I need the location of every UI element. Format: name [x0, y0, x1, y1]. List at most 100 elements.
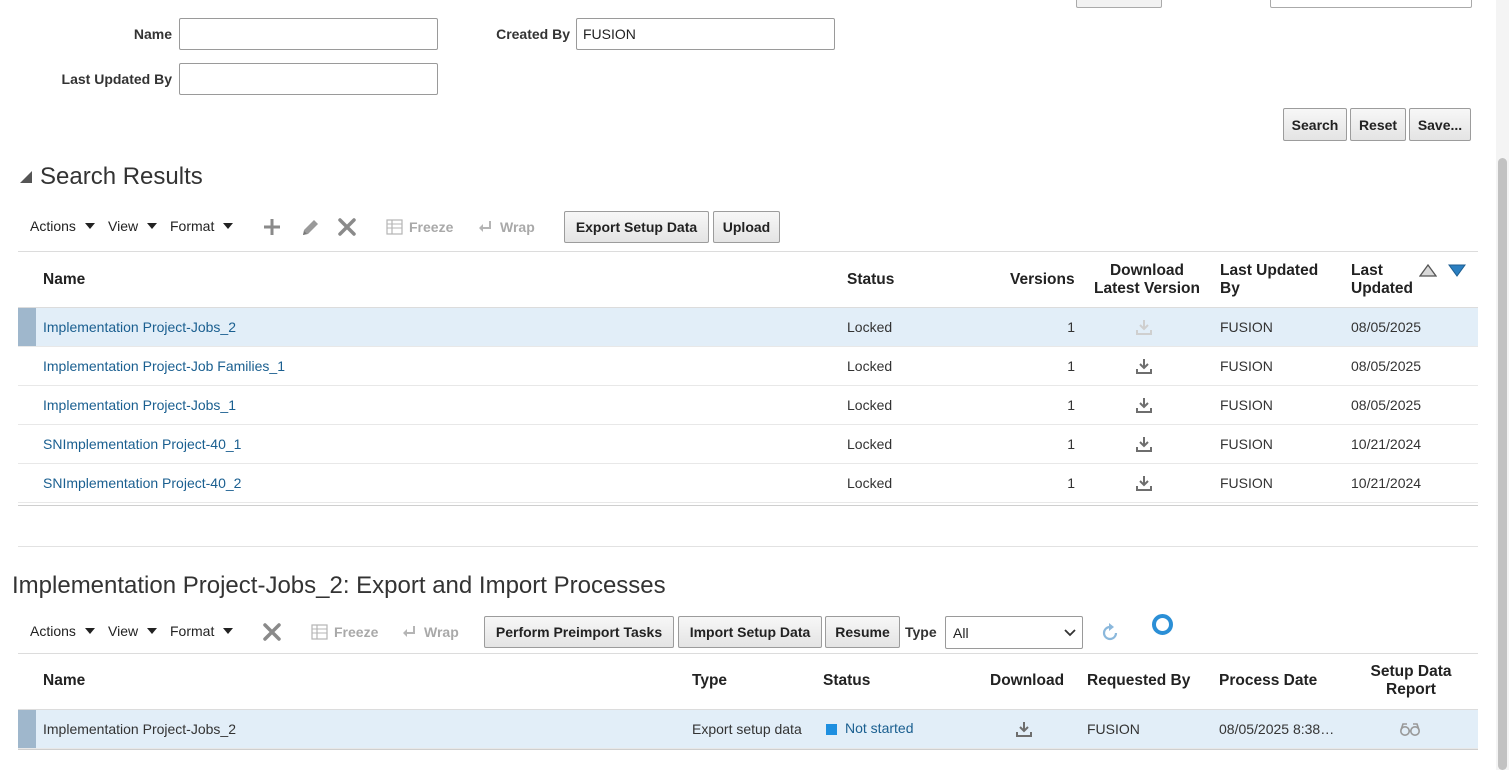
last-updated-by-input[interactable] — [179, 63, 438, 95]
wrap-tool[interactable]: Wrap — [402, 624, 459, 640]
column-header-process-date[interactable]: Process Date — [1219, 672, 1317, 690]
row-versions: 1 — [1067, 358, 1075, 374]
row-selector[interactable] — [18, 425, 36, 463]
column-header-name[interactable]: Name — [43, 672, 85, 690]
format-menu[interactable]: Format — [170, 218, 234, 234]
download-icon[interactable] — [1135, 318, 1153, 336]
freeze-tool[interactable]: Freeze — [386, 219, 453, 235]
delete-x-icon[interactable] — [263, 623, 281, 641]
upload-button[interactable]: Upload — [713, 211, 780, 243]
chevron-down-icon — [223, 628, 234, 634]
wrap-tool[interactable]: Wrap — [478, 219, 535, 235]
format-menu[interactable]: Format — [170, 623, 234, 639]
table-row[interactable]: Implementation Project-Jobs_2 Export set… — [18, 710, 1478, 749]
table-row[interactable]: Implementation Project-Job Families_1 Lo… — [18, 347, 1478, 386]
column-header-status[interactable]: Status — [847, 271, 894, 289]
edit-pencil-icon[interactable] — [300, 218, 320, 238]
row-name-link[interactable]: SNImplementation Project-40_2 — [43, 464, 241, 502]
row-name: Implementation Project-Jobs_2 — [43, 721, 236, 737]
sort-descending-icon[interactable] — [1448, 264, 1466, 277]
reset-button[interactable]: Reset — [1350, 108, 1406, 141]
row-selector[interactable] — [18, 347, 36, 385]
row-selector[interactable] — [18, 710, 36, 748]
freeze-icon — [311, 624, 328, 640]
download-icon[interactable] — [1135, 357, 1153, 375]
row-updated-by: FUSION — [1220, 319, 1273, 335]
format-menu-label: Format — [170, 218, 215, 234]
row-versions: 1 — [1067, 319, 1075, 335]
chevron-down-icon — [147, 223, 158, 229]
add-icon[interactable] — [263, 218, 281, 236]
column-header-versions[interactable]: Versions — [1010, 271, 1075, 289]
import-setup-data-button[interactable]: Import Setup Data — [678, 616, 822, 648]
row-status[interactable]: Not started — [826, 710, 913, 748]
table-row[interactable]: Implementation Project-Jobs_1 Locked 1 F… — [18, 386, 1478, 425]
table-bottom-border — [18, 505, 1478, 506]
export-setup-data-button[interactable]: Export Setup Data — [564, 211, 709, 243]
top-cutoff-field[interactable] — [1270, 0, 1472, 8]
actions-menu[interactable]: Actions — [30, 218, 95, 234]
table-row[interactable]: Implementation Project-Jobs_2 Locked 1 F… — [18, 308, 1478, 347]
column-header-last-updated[interactable]: Last Updated — [1351, 262, 1413, 298]
column-header-download[interactable]: Download — [990, 672, 1064, 690]
name-label: Name — [133, 26, 172, 42]
scrollbar-thumb[interactable] — [1498, 158, 1507, 770]
view-menu-label: View — [108, 218, 139, 234]
chevron-down-icon — [223, 223, 234, 229]
row-selector[interactable] — [18, 464, 36, 502]
row-status-link[interactable]: Not started — [845, 709, 913, 747]
column-header-last-updated-by[interactable]: Last Updated By — [1220, 262, 1318, 298]
row-status: Locked — [847, 397, 893, 413]
column-header-updated-line1: Last — [1351, 262, 1383, 279]
column-header-download-latest[interactable]: Download Latest Version — [1090, 262, 1204, 298]
save-button[interactable]: Save... — [1409, 108, 1471, 141]
row-selector[interactable] — [18, 308, 36, 346]
table-row[interactable]: SNImplementation Project-40_2 Locked 1 F… — [18, 464, 1478, 503]
name-input[interactable] — [179, 18, 438, 50]
column-header-status[interactable]: Status — [823, 672, 870, 690]
top-cutoff-button[interactable] — [1076, 0, 1162, 8]
table-row[interactable]: SNImplementation Project-40_1 Locked 1 F… — [18, 425, 1478, 464]
processes-title: Implementation Project-Jobs_2: Export an… — [12, 572, 666, 599]
row-updated-by: FUSION — [1220, 358, 1273, 374]
row-name-link[interactable]: Implementation Project-Jobs_1 — [43, 386, 236, 424]
row-name-link[interactable]: Implementation Project-Job Families_1 — [43, 347, 285, 385]
loading-spinner-icon — [1151, 613, 1174, 636]
column-header-setup-data-report[interactable]: Setup Data Report — [1362, 663, 1460, 699]
refresh-icon[interactable] — [1100, 623, 1120, 643]
collapse-triangle-icon[interactable] — [19, 170, 33, 184]
resume-button[interactable]: Resume — [825, 616, 900, 648]
perform-preimport-tasks-button[interactable]: Perform Preimport Tasks — [484, 616, 674, 648]
download-icon[interactable] — [1135, 435, 1153, 453]
row-updated: 10/21/2024 — [1351, 436, 1422, 452]
row-updated: 08/05/2025 — [1351, 319, 1422, 335]
column-header-name[interactable]: Name — [43, 271, 85, 289]
wrap-icon — [403, 626, 415, 637]
freeze-tool[interactable]: Freeze — [311, 624, 378, 640]
column-header-requested-by[interactable]: Requested By — [1087, 672, 1190, 690]
row-name-link[interactable]: Implementation Project-Jobs_2 — [43, 308, 236, 346]
download-icon[interactable] — [1015, 720, 1033, 738]
row-updated: 10/21/2024 — [1351, 475, 1422, 491]
type-select[interactable]: All — [945, 616, 1083, 649]
type-label: Type — [905, 624, 937, 640]
download-icon[interactable] — [1135, 396, 1153, 414]
sort-ascending-icon[interactable] — [1419, 264, 1437, 277]
row-versions: 1 — [1067, 436, 1075, 452]
view-menu[interactable]: View — [108, 623, 158, 639]
download-icon[interactable] — [1135, 474, 1153, 492]
column-header-report-line2: Report — [1386, 681, 1436, 698]
row-versions: 1 — [1067, 475, 1075, 491]
row-process-date: 08/05/2025 8:38… — [1219, 721, 1335, 737]
freeze-label: Freeze — [409, 219, 454, 235]
delete-x-icon[interactable] — [338, 218, 356, 236]
view-menu[interactable]: View — [108, 218, 158, 234]
row-updated-by: FUSION — [1220, 475, 1273, 491]
row-name-link[interactable]: SNImplementation Project-40_1 — [43, 425, 241, 463]
report-glasses-icon[interactable] — [1399, 721, 1421, 737]
row-selector[interactable] — [18, 386, 36, 424]
search-button[interactable]: Search — [1283, 108, 1347, 141]
column-header-type[interactable]: Type — [692, 672, 727, 690]
actions-menu[interactable]: Actions — [30, 623, 95, 639]
created-by-input[interactable] — [576, 18, 835, 50]
